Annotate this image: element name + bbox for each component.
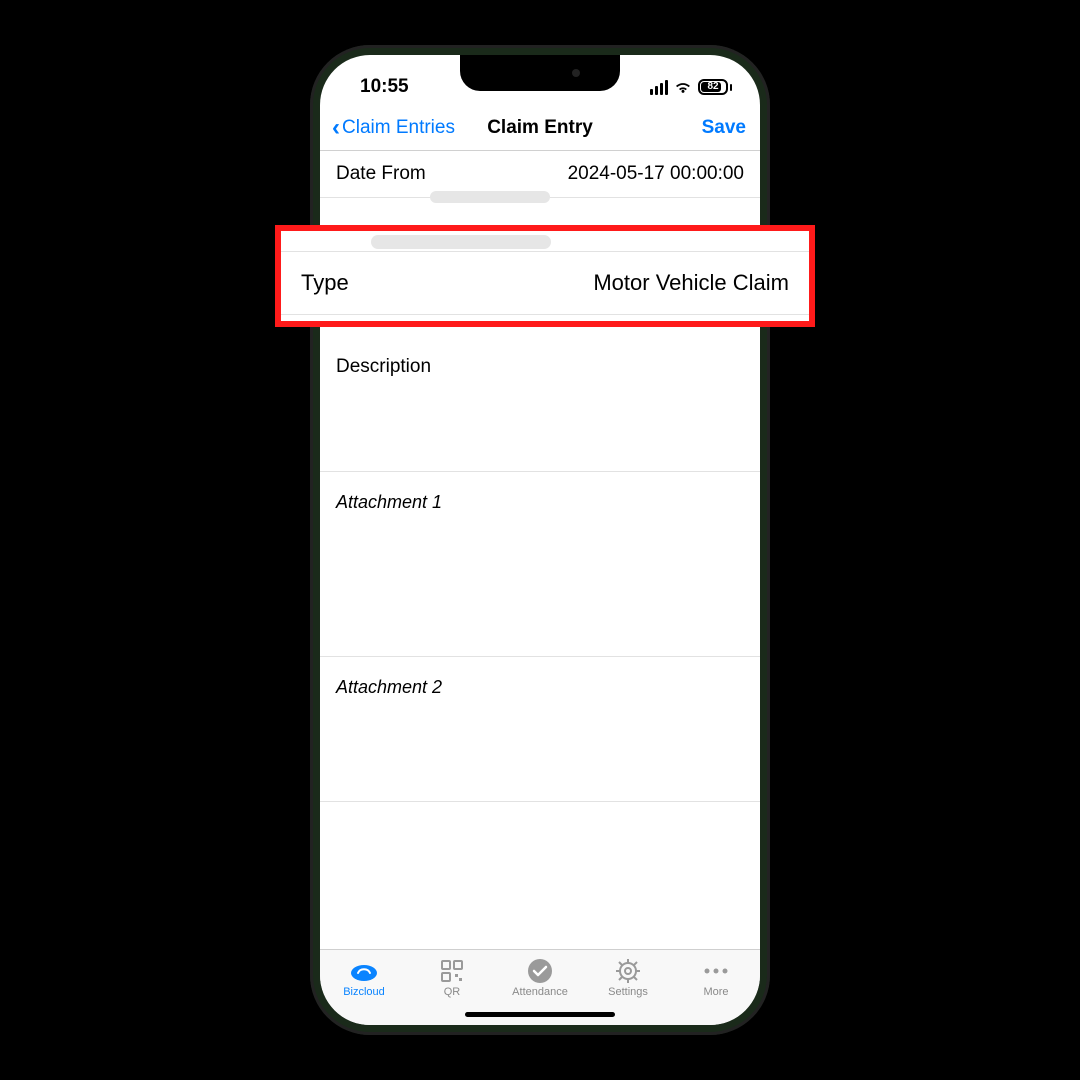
tab-label: Attendance: [512, 986, 568, 998]
tab-label: Bizcloud: [343, 986, 385, 998]
attachment-2-label: Attachment 2: [320, 657, 760, 702]
type-row[interactable]: Type Motor Vehicle Claim: [281, 251, 809, 315]
tab-qr[interactable]: QR: [416, 958, 488, 998]
date-from-value: 2024-05-17 00:00:00: [568, 163, 744, 185]
cellular-signal-icon: [650, 80, 668, 95]
tab-label: Settings: [608, 986, 648, 998]
page-title: Claim Entry: [487, 117, 593, 139]
back-label: Claim Entries: [342, 117, 455, 139]
wifi-icon: [674, 80, 692, 94]
highlight-callout: Type Motor Vehicle Claim: [275, 225, 815, 327]
type-value: Motor Vehicle Claim: [593, 270, 789, 296]
check-circle-icon: [525, 958, 555, 984]
chevron-left-icon: ‹: [332, 116, 340, 140]
save-button[interactable]: Save: [702, 117, 746, 139]
date-from-row[interactable]: Date From 2024-05-17 00:00:00: [320, 151, 760, 198]
tab-more[interactable]: More: [680, 958, 752, 998]
placeholder-pill-icon: [371, 235, 551, 249]
phone-frame: 10:55 82 ‹ Cl: [310, 45, 770, 1035]
more-dots-icon: [701, 958, 731, 984]
status-right: 82: [650, 79, 732, 95]
placeholder-pill-icon: [430, 191, 550, 203]
type-label: Type: [301, 270, 349, 296]
attachment-1-field[interactable]: [320, 517, 760, 657]
battery-percent: 82: [707, 82, 718, 92]
battery-icon: 82: [698, 79, 732, 95]
date-from-label: Date From: [336, 163, 426, 185]
device-notch: [460, 55, 620, 91]
tab-bizcloud[interactable]: Bizcloud: [328, 958, 400, 998]
cloud-icon: [349, 958, 379, 984]
description-field[interactable]: [320, 382, 760, 472]
navigation-bar: ‹ Claim Entries Claim Entry Save: [320, 105, 760, 151]
back-button[interactable]: ‹ Claim Entries: [332, 116, 455, 140]
tab-settings[interactable]: Settings: [592, 958, 664, 998]
status-time: 10:55: [360, 76, 409, 98]
gear-icon: [613, 958, 643, 984]
tab-attendance[interactable]: Attendance: [504, 958, 576, 998]
qr-icon: [437, 958, 467, 984]
tab-label: QR: [444, 986, 461, 998]
attachment-2-field[interactable]: [320, 702, 760, 802]
phone-screen: 10:55 82 ‹ Cl: [320, 55, 760, 1025]
tab-label: More: [703, 986, 728, 998]
home-indicator[interactable]: [465, 1012, 615, 1017]
description-label: Description: [320, 338, 760, 382]
attachment-1-label: Attachment 1: [320, 472, 760, 517]
